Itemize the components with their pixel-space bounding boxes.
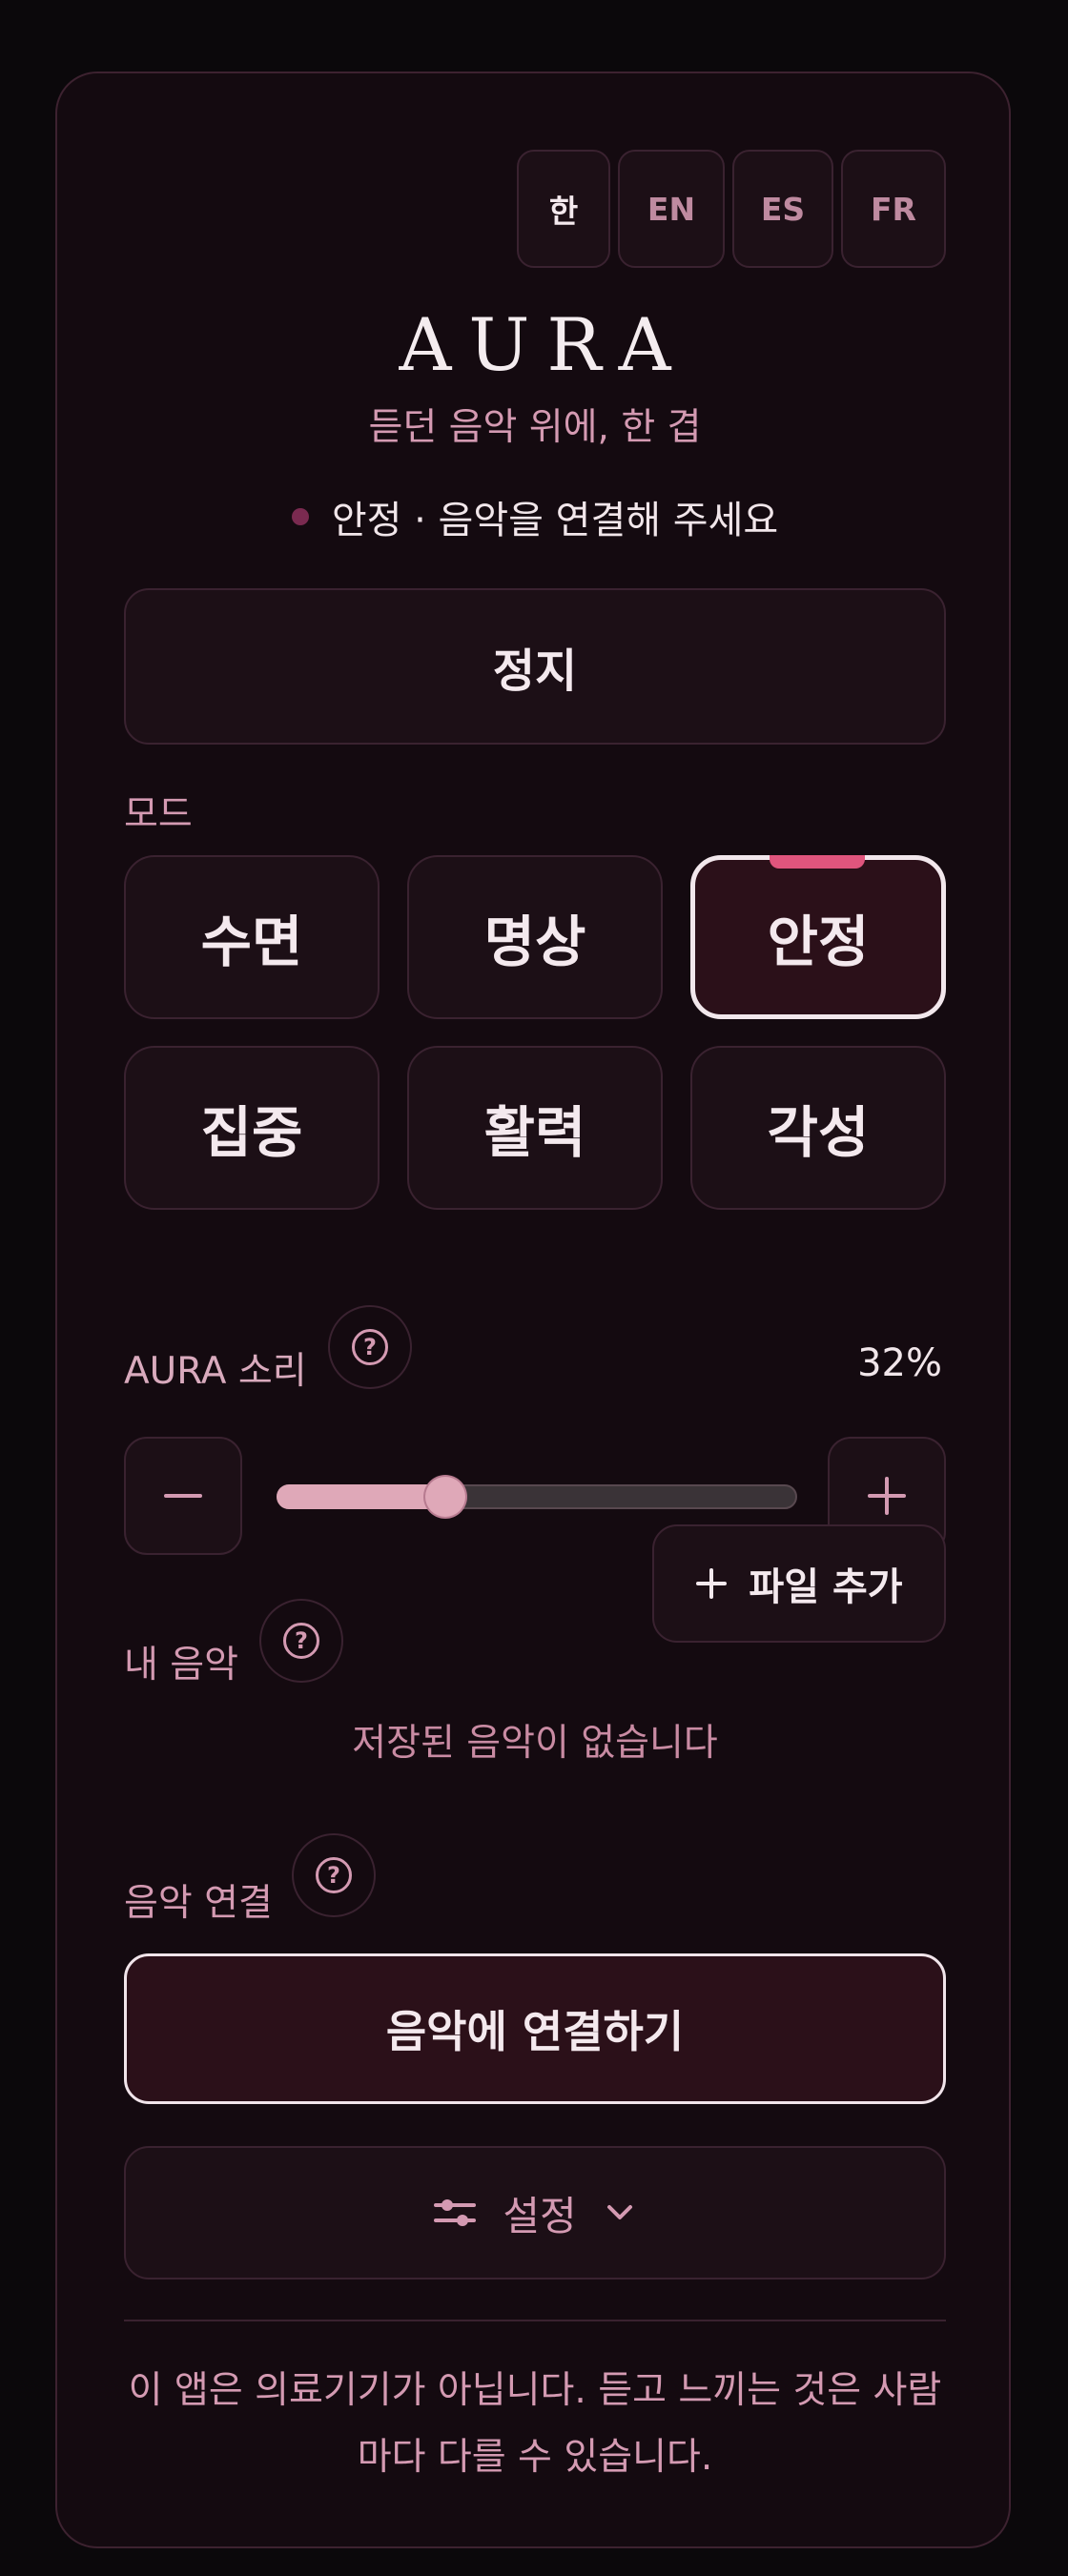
lang-en-button[interactable]: EN — [618, 150, 725, 268]
mode-energy-button[interactable]: 활력 — [407, 1046, 663, 1210]
mode-sleep-button[interactable]: 수면 — [124, 855, 380, 1019]
settings-label: 설정 — [503, 2192, 577, 2239]
connect-music-button[interactable]: 음악에 연결하기 — [124, 1953, 946, 2104]
lang-ko-button[interactable]: 한 — [517, 150, 610, 268]
status-text: 안정 · 음악을 연결해 주세요 — [331, 499, 779, 542]
mode-alert-button[interactable]: 각성 — [690, 1046, 946, 1210]
mode-label-text: 집중 — [200, 1100, 303, 1165]
lang-fr-button[interactable]: FR — [841, 150, 946, 268]
sliders-icon — [434, 2199, 477, 2226]
mode-label-text: 명상 — [483, 910, 586, 974]
volume-slider[interactable] — [277, 1477, 797, 1517]
volume-slider-thumb[interactable] — [425, 1477, 465, 1517]
aura-sound-help-button[interactable]: ? — [328, 1305, 412, 1389]
volume-decrease-button[interactable] — [124, 1437, 242, 1555]
mode-label-text: 각성 — [767, 1100, 870, 1165]
plus-icon — [868, 1477, 906, 1515]
plus-icon — [696, 1568, 728, 1599]
mode-label: 모드 — [124, 793, 193, 836]
add-file-label: 파일 추가 — [749, 1565, 903, 1609]
status-dot-icon — [291, 508, 309, 525]
lang-es-button[interactable]: ES — [732, 150, 833, 268]
question-icon: ? — [352, 1329, 388, 1365]
mode-calm-button[interactable]: 안정 — [690, 855, 946, 1019]
question-icon: ? — [283, 1623, 319, 1659]
app-card: 한 EN ES FR AURA 듣던 음악 위에, 한 겹 안정 · 음악을 연… — [55, 72, 1011, 2548]
mode-label-text: 안정 — [767, 910, 870, 974]
mode-focus-button[interactable]: 집중 — [124, 1046, 380, 1210]
status-line: 안정 · 음악을 연결해 주세요 — [57, 489, 1013, 544]
question-icon: ? — [316, 1857, 352, 1893]
empty-music-message: 저장된 음악이 없습니다 — [352, 1722, 718, 1765]
add-file-button[interactable]: 파일 추가 — [652, 1524, 946, 1643]
selected-indicator — [770, 855, 865, 869]
mode-label-text: 활력 — [483, 1100, 586, 1165]
footer-divider — [124, 2320, 946, 2321]
music-connect-label: 음악 연결 — [124, 1882, 273, 1925]
music-connect-help-button[interactable]: ? — [292, 1833, 376, 1917]
mode-meditation-button[interactable]: 명상 — [407, 855, 663, 1019]
aura-sound-percent: 32% — [857, 1341, 942, 1385]
mode-label-text: 수면 — [200, 910, 303, 974]
app-tagline: 듣던 음악 위에, 한 겹 — [368, 406, 702, 449]
disclaimer-text: 이 앱은 의료기기가 아닙니다. 듣고 느끼는 것은 사람마다 다를 수 있습니… — [128, 2369, 942, 2479]
my-music-help-button[interactable]: ? — [259, 1599, 343, 1683]
chevron-down-icon — [606, 2205, 632, 2219]
stop-button[interactable]: 정지 — [124, 588, 946, 745]
my-music-label: 내 음악 — [124, 1644, 239, 1687]
minus-icon — [164, 1494, 202, 1498]
settings-toggle-button[interactable]: 설정 — [124, 2146, 946, 2280]
aura-sound-label: AURA 소리 — [124, 1350, 307, 1393]
app-logo: AURA — [399, 302, 688, 387]
